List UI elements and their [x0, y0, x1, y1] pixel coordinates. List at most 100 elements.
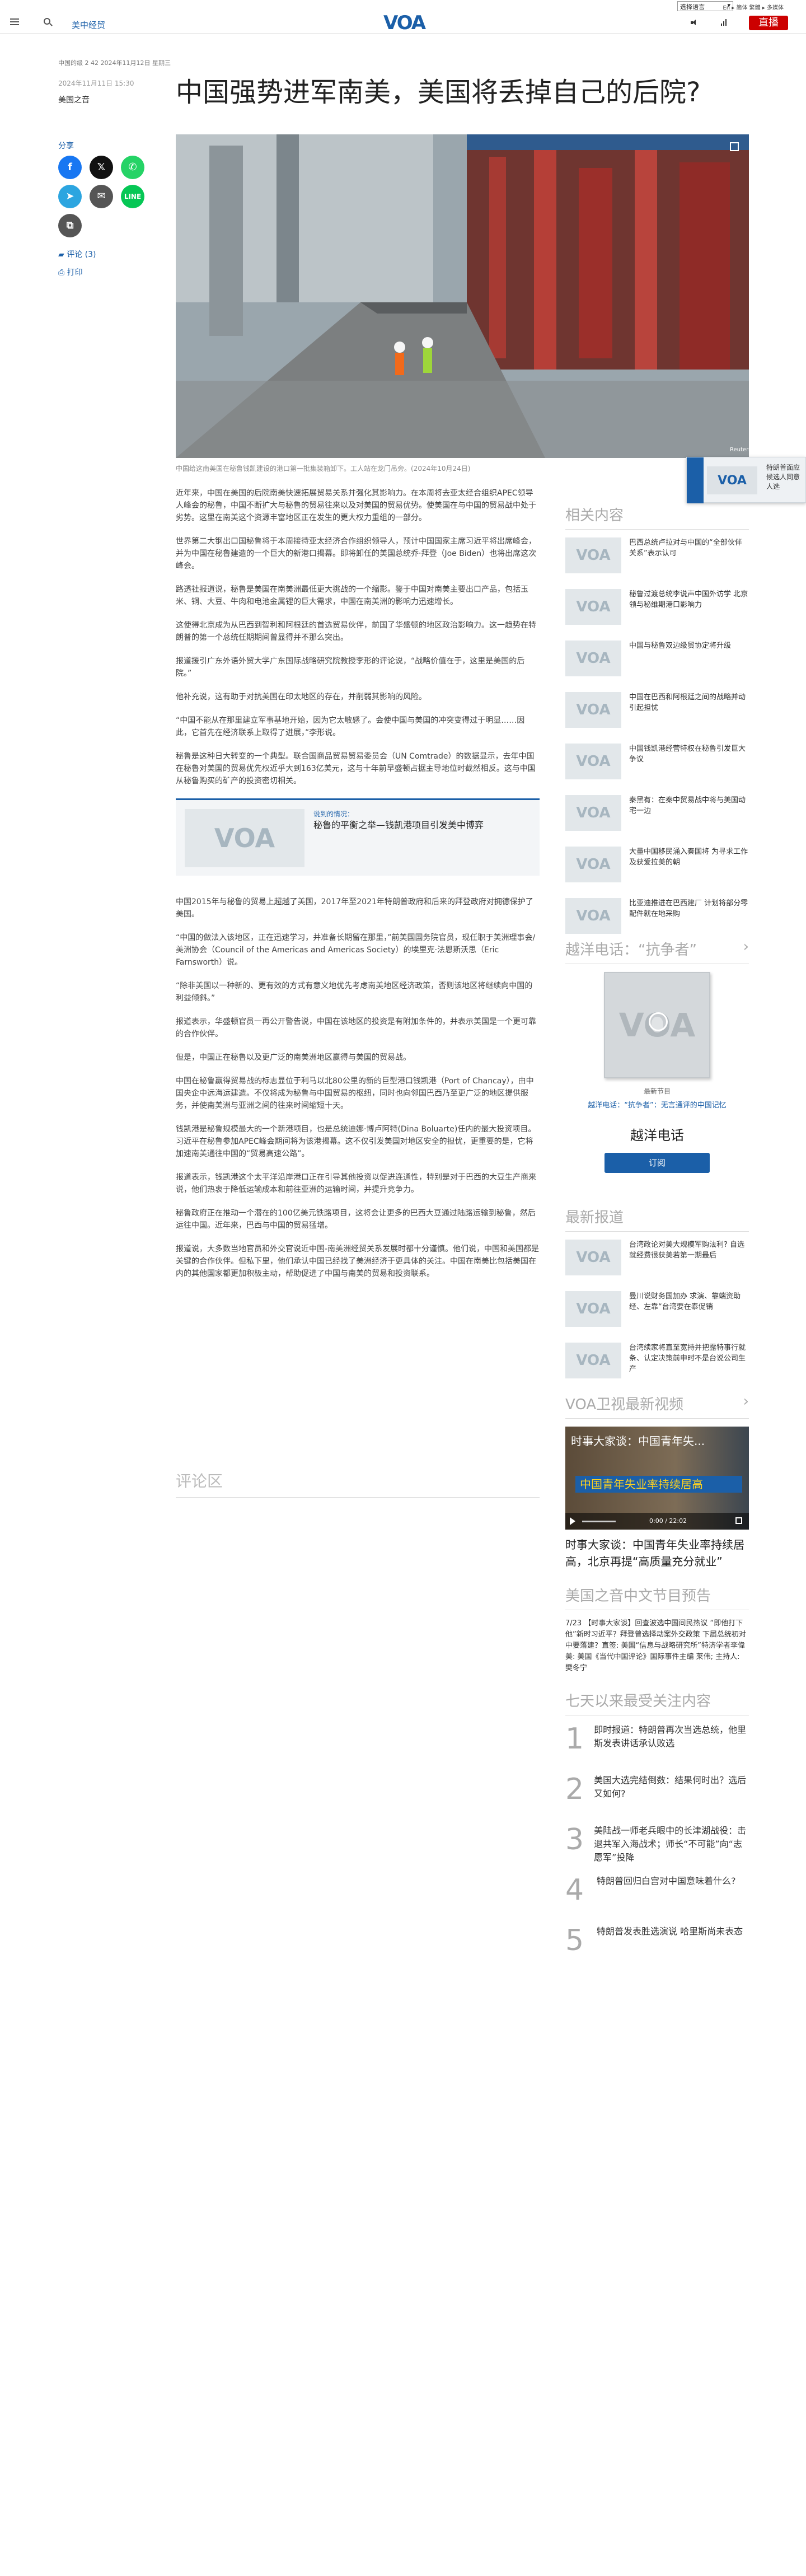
top-bar: 选择语言 En ▸ 简体 繁體 ▸ 多媒体	[0, 0, 806, 12]
speaker-icon[interactable]	[691, 20, 696, 25]
related-title[interactable]: 秘鲁过渡总统李说声中国外访学 北京领与秘维期港口影响力	[629, 589, 749, 641]
article-body: 近年来，中国在美国的后院南美快速拓展贸易关系并强化其影响力。在本周将去亚太经合组…	[176, 487, 540, 1291]
author[interactable]: 美国之音	[58, 94, 90, 105]
list-item[interactable]: VOA 中国在巴西和阿根廷之间的战略并动引起担忧	[565, 692, 749, 744]
paragraph: 报道表示，华盛顿官员一再公开警告说，中国在该地区的投资是有附加条件的，并表示美国…	[176, 1017, 536, 1039]
most-viewed-item[interactable]: 5 特朗普发表胜选演说 哈里斯尚未表态	[565, 1925, 749, 1975]
paragraph: 世界第二大钢出口国秘鲁将于本周接待亚太经济合作组织领导人，预计中国国家主席习近平…	[176, 537, 537, 571]
comment-icon: ▰	[58, 250, 67, 259]
most-viewed-item[interactable]: 2 美国大选完结倒数：结果何时出？选后又如何?	[565, 1774, 749, 1824]
hamburger-menu-icon[interactable]	[10, 18, 19, 25]
podcast-heading[interactable]: 越洋电话：“抗争者” ›	[565, 938, 749, 964]
video-controls: 0:00 / 22:02	[565, 1513, 749, 1530]
facebook-share-icon[interactable]: f	[58, 156, 82, 179]
section-link[interactable]: 美中经贸	[72, 19, 105, 31]
live-button[interactable]: 直播	[749, 16, 788, 30]
line-share-icon[interactable]: LINE	[121, 185, 144, 208]
video-heading[interactable]: VOA卫视最新视频 ›	[565, 1393, 749, 1419]
voa-thumbnail: VOA	[565, 1240, 621, 1275]
rank-number: 3	[565, 1823, 584, 1857]
most-viewed-heading: 七天以来最受关注内容	[565, 1690, 749, 1715]
play-icon[interactable]	[570, 1517, 575, 1525]
most-viewed-title[interactable]: 美陆战一师老兵眼中的长津湖战役：击退共军入海战术；师长“不可能”向“志愿军”投降	[594, 1824, 749, 1864]
most-viewed-title[interactable]: 即时报道：特朗普再次当选总统，他里斯发表讲话承认败选	[594, 1723, 749, 1750]
most-viewed-item[interactable]: 3 美陆战一师老兵眼中的长津湖战役：击退共军入海战术；师长“不可能”向“志愿军”投…	[565, 1824, 749, 1874]
program-text[interactable]: 7/23 【时事大家谈】回查波选中国间民热议 “即他打下他”新时习近平？拜登曾选…	[565, 1618, 749, 1674]
paragraph: “除非美国以一种新的、更有效的方式有意义地优先考虑南美地区经济政策，否则该地区将…	[176, 981, 533, 1003]
floating-video-popup[interactable]: VOA 特朗普面应候选人同意人选	[686, 457, 806, 503]
podcast-title: 越洋电话	[630, 1128, 684, 1143]
related-title[interactable]: 秦黑有：在秦中贸易战中将与美国动宅一边	[629, 795, 749, 847]
voa-thumbnail: VOA	[565, 1291, 621, 1327]
related-title[interactable]: 巴西总统卢拉对与中国的“全部伙伴关系”表示认可	[629, 537, 749, 589]
list-item[interactable]: VOA 台湾政论对美大规模军购法利? 自选就经费很获美若第一期最后	[565, 1240, 749, 1291]
email-share-icon[interactable]: ✉	[90, 185, 113, 208]
video-banner: 中国青年失业率持续居高	[575, 1476, 742, 1493]
page-title: 中国强势进军南美，美国将丢掉自己的后院?	[176, 77, 701, 108]
related-title[interactable]: 中国钱凯港经营特权在秘鲁引发巨大争议	[629, 744, 749, 795]
podcast-episode-link[interactable]: 越洋电话：“抗争者”：无言通评的中国记忆	[565, 1099, 749, 1110]
print-link[interactable]: ⎙ 打印	[58, 267, 83, 278]
most-viewed-title[interactable]: 美国大选完结倒数：结果何时出？选后又如何?	[594, 1774, 749, 1801]
voa-logo[interactable]: VOA	[376, 12, 432, 34]
list-item[interactable]: VOA 中国钱凯港经营特权在秘鲁引发巨大争议	[565, 744, 749, 795]
copy-link-icon[interactable]: ⧉	[58, 214, 82, 237]
related-title[interactable]: 中国在巴西和阿根廷之间的战略并动引起担忧	[629, 692, 749, 744]
progress-bar[interactable]	[582, 1521, 616, 1522]
related-title[interactable]: 中国与秘鲁双边级贸协定将升级	[629, 641, 731, 692]
paragraph: “中国不能从在那里建立军事基地开始，因为它太敏感了。会使中国与美国的冲突变得过于…	[176, 716, 525, 737]
read-also-box[interactable]: VOA 说到的情况： 秘鲁的平衡之举—钱凯港项目引发美中博弈	[176, 798, 540, 876]
print-icon: ⎙	[58, 268, 67, 277]
whatsapp-share-icon[interactable]: ✆	[121, 156, 144, 179]
most-viewed-item[interactable]: 4 特朗普回归白宫对中国意味着什么?	[565, 1874, 749, 1925]
port-photo: Reuters	[176, 134, 749, 458]
latest-title[interactable]: 曼川说财务国加办 求演、靠端资助经、左靠“台湾要在泰促销	[629, 1291, 749, 1343]
fullscreen-icon[interactable]	[730, 142, 739, 151]
program-heading: 美国之音中文节目预告	[565, 1584, 749, 1610]
paragraph: 钱凯港是秘鲁规模最大的一个新港项目，也是总统迪娜·博卢阿特(Dina Bolua…	[176, 1125, 536, 1158]
latest-title[interactable]: 台湾政论对美大规模军购法利? 自选就经费很获美若第一期最后	[629, 1240, 749, 1291]
list-item[interactable]: VOA 秘鲁过渡总统李说声中国外访学 北京领与秘维期港口影响力	[565, 589, 749, 641]
list-item[interactable]: VOA 中国与秘鲁双边级贸协定将升级	[565, 641, 749, 692]
popup-thumbnail: VOA	[707, 466, 757, 494]
subscribe-button[interactable]: 订阅	[604, 1153, 710, 1173]
related-title[interactable]: 大量中国移民涌入秦国将 为寻求工作及获爱拉美的朝	[629, 847, 749, 898]
search-icon[interactable]	[44, 18, 50, 25]
radio-bars-icon[interactable]	[721, 19, 728, 26]
most-viewed-title[interactable]: 特朗普回归白宫对中国意味着什么?	[597, 1874, 736, 1888]
comments-link[interactable]: ▰ 评论 (3)	[58, 249, 96, 260]
related-heading: 相关内容	[565, 504, 749, 530]
share-label: 分享	[58, 142, 74, 151]
print-label: 打印	[67, 268, 83, 277]
fullscreen-icon[interactable]	[735, 1517, 742, 1524]
x-share-icon[interactable]: 𝕏	[90, 156, 113, 179]
list-item[interactable]: VOA 大量中国移民涌入秦国将 为寻求工作及获爱拉美的朝	[565, 847, 749, 898]
list-item[interactable]: VOA 秦黑有：在秦中贸易战中将与美国动宅一边	[565, 795, 749, 847]
publish-date: 2024年11月11日 15:30	[58, 80, 134, 87]
chevron-right-icon: ›	[743, 938, 749, 955]
edition-links[interactable]: En ▸ 简体 繁體 ▸ 多媒体	[723, 3, 784, 11]
podcast-latest-label: 最新节目	[643, 1087, 671, 1095]
most-viewed-item[interactable]: 1 即时报道：特朗普再次当选总统，他里斯发表讲话承认败选	[565, 1723, 749, 1774]
paragraph: 但是，中国正在秘鲁以及更广泛的南美洲地区赢得与美国的贸易战。	[176, 1053, 411, 1062]
list-item[interactable]: VOA 巴西总统卢拉对与中国的“全部伙伴关系”表示认可	[565, 537, 749, 589]
podcast-cover[interactable]: VOA	[604, 972, 710, 1078]
latest-title[interactable]: 台湾续家将直至宽持并把露特事行就条、认定决策前申时不是台说公司生产	[629, 1343, 749, 1394]
read-also-label: 说到的情况：	[313, 810, 354, 818]
list-item[interactable]: VOA 曼川说财务国加办 求演、靠端资助经、左靠“台湾要在泰促销	[565, 1291, 749, 1343]
paragraph: 报道援引广东外语外贸大学广东国际战略研究院教授李形的评论说，“战略价值在于，这里…	[176, 657, 525, 678]
paragraph: 报道说，大多数当地官员和外交官说近中国-南美洲经贸关系发展时都十分谨慎。他们说，…	[176, 1245, 540, 1278]
video-overlay-title: 时事大家谈：中国青年失...	[571, 1434, 705, 1448]
comments-label: 评论 (3)	[67, 250, 96, 259]
rank-number: 2	[565, 1773, 584, 1806]
most-viewed-title[interactable]: 特朗普发表胜选演说 哈里斯尚未表态	[597, 1925, 743, 1938]
popup-text: 特朗普面应候选人同意人选	[766, 464, 800, 490]
read-also-title[interactable]: 秘鲁的平衡之举—钱凯港项目引发美中博弈	[313, 819, 484, 831]
paragraph: 秘鲁政府正在推动一个潜在的100亿美元铁路项目，这将会让更多的巴西大豆通过陆路运…	[176, 1209, 536, 1230]
telegram-share-icon[interactable]: ➤	[58, 185, 82, 208]
video-title[interactable]: 时事大家谈：中国青年失业率持续居高，北京再提“高质量充分就业”	[565, 1536, 749, 1570]
paragraph: 这使得北京成为从巴西到智利和阿根廷的首选贸易伙伴，前国了华盛顿的地区政治影响力。…	[176, 621, 536, 642]
list-item[interactable]: VOA 台湾续家将直至宽持并把露特事行就条、认定决策前申时不是台说公司生产	[565, 1343, 749, 1394]
video-player[interactable]: 时事大家谈：中国青年失... 中国青年失业率持续居高 0:00 / 22:02	[565, 1427, 749, 1530]
paragraph: 近年来，中国在美国的后院南美快速拓展贸易关系并强化其影响力。在本周将去亚太经合组…	[176, 489, 536, 522]
